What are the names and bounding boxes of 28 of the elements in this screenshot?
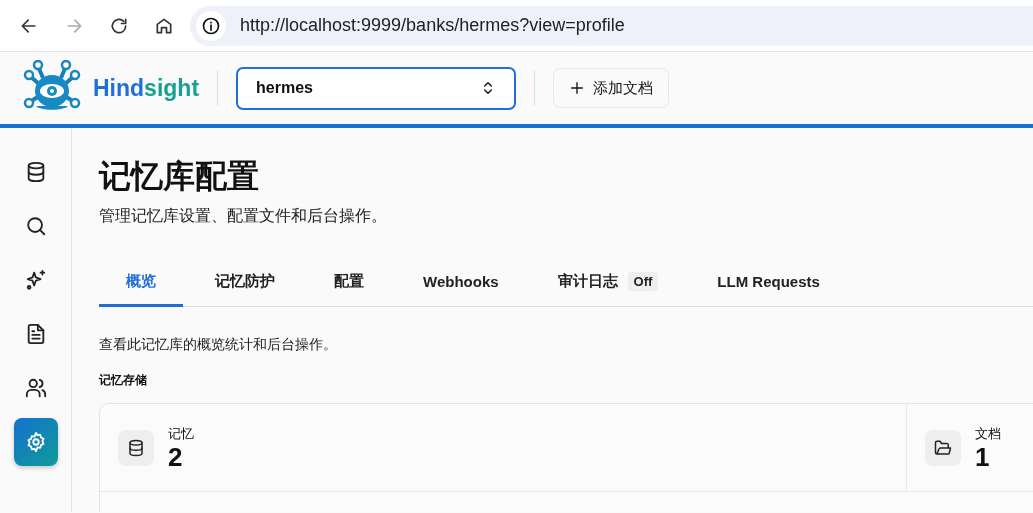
folder-icon xyxy=(934,438,952,457)
database-icon xyxy=(127,438,145,457)
stat-label: 文档 xyxy=(975,424,1001,443)
status-badge: Off xyxy=(627,272,659,291)
page-subtitle: 管理记忆库设置、配置文件和后台操作。 xyxy=(99,206,388,226)
tab[interactable]: 配置 xyxy=(307,259,391,307)
add-document-button[interactable]: 添加文档 xyxy=(553,68,670,108)
stat-value: 1 xyxy=(975,442,991,471)
tab[interactable]: LLM Requests xyxy=(690,259,847,307)
settings-nav-button[interactable] xyxy=(13,418,58,466)
page-title: 记忆库配置 xyxy=(99,157,260,196)
address-bar[interactable]: http://localhost:9999/banks/hermes?view=profile xyxy=(190,5,1033,46)
tab[interactable]: 记忆防护 xyxy=(188,259,302,307)
tab[interactable]: 概览 xyxy=(99,259,183,307)
plus-icon xyxy=(569,80,586,96)
tab-description: 查看此记忆库的概览统计和后台操作。 xyxy=(99,336,338,354)
bank-select[interactable]: hermes xyxy=(236,66,517,110)
section-label: 记忆存储 xyxy=(99,372,148,389)
logo-text: Hindsight xyxy=(93,74,200,102)
info-icon[interactable] xyxy=(201,15,221,36)
stat-label: 记忆 xyxy=(168,424,194,443)
sparkle-icon xyxy=(24,269,47,291)
users-icon xyxy=(24,377,47,399)
tab[interactable]: 审计日志 Off xyxy=(530,259,686,307)
url-text: http://localhost:9999/banks/hermes?view=profile xyxy=(240,15,625,36)
tab[interactable]: Webhooks xyxy=(396,259,526,307)
search-icon xyxy=(24,215,47,237)
stat-value: 2 xyxy=(168,442,184,471)
